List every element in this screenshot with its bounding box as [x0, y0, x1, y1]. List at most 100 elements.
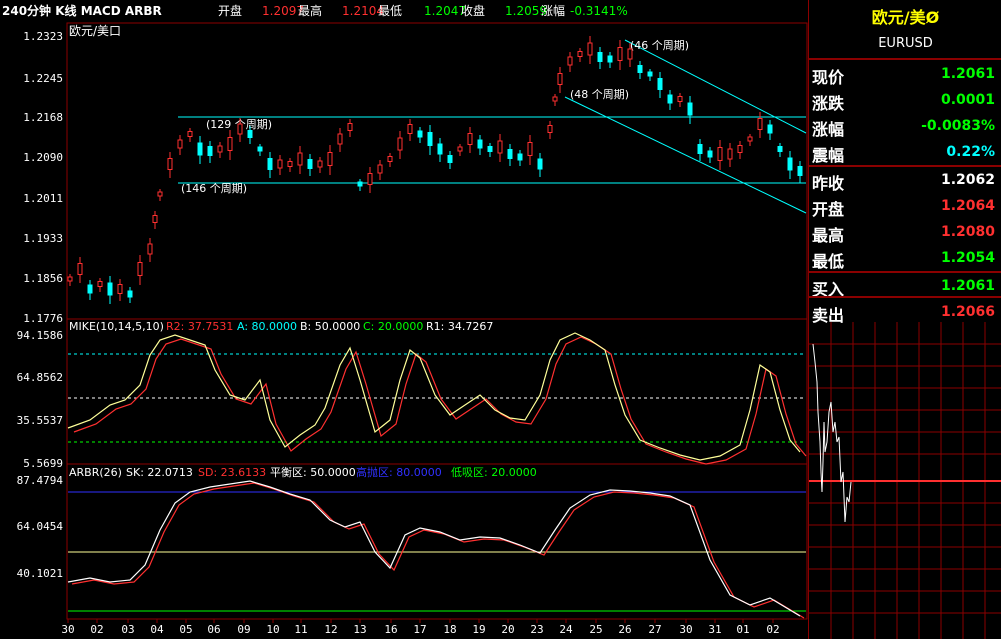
candle-body [777, 146, 783, 152]
candle-body [177, 139, 183, 149]
arbr-header-item: 平衡区: 50.0000 [270, 466, 356, 479]
x-tick: 18 [443, 623, 456, 636]
candle-body [687, 102, 693, 116]
candle-body [757, 118, 763, 130]
candle-body [667, 94, 673, 104]
mike-y-axis: 94.1586 64.8562 35.5537 5.5699 [17, 329, 63, 470]
quote-row-label: 涨幅 [812, 120, 845, 139]
tick-chart [809, 322, 1001, 639]
x-tick: 31 [708, 623, 721, 636]
candle-body [597, 52, 603, 62]
quote-row-value: 1.2062 [940, 172, 995, 188]
x-tick: 16 [384, 623, 397, 636]
candle-body [697, 144, 703, 154]
channel-line-desc-upper [624, 39, 807, 134]
candle-body [617, 47, 623, 61]
mike-header-item: R1: 34.7267 [426, 320, 493, 333]
arbr-y-axis: 87.4794 64.0454 40.1021 [17, 474, 64, 580]
divider [809, 165, 1001, 167]
candle-body [407, 124, 413, 134]
candle-body [457, 146, 463, 152]
candle-body [207, 146, 213, 156]
quote-row-label: 涨跌 [812, 94, 845, 113]
x-tick: 01 [736, 623, 749, 636]
candle-body [257, 146, 263, 152]
x-tick: 26 [618, 623, 631, 636]
mike-header: MIKE(10,14,5,10) R2: 37.7531 A: 80.0000 … [69, 320, 493, 333]
y-tick: 1.1856 [23, 272, 63, 285]
quote-row-value: 1.2064 [940, 198, 995, 214]
x-axis: 30 02 03 04 05 06 09 10 11 12 13 16 17 18 19 20 23 24 25 26… [61, 619, 780, 636]
candle-body [507, 149, 513, 159]
quote-title: 欧元/美Ø [871, 8, 940, 27]
candle-body [497, 140, 503, 154]
quote-row-label: 震幅 [812, 146, 845, 165]
candle-body [97, 281, 103, 287]
candle-body [247, 130, 253, 138]
candle-body [767, 124, 773, 134]
quote-row-value: 0.22% [946, 144, 995, 160]
x-tick: 05 [179, 623, 192, 636]
x-tick: 24 [559, 623, 573, 636]
candle-body [577, 51, 583, 57]
candle-body [147, 243, 153, 255]
candle-body [552, 96, 558, 102]
candle-body [387, 156, 393, 162]
candle-body [717, 147, 723, 161]
x-tick: 19 [472, 623, 485, 636]
y-tick: 1.1933 [23, 232, 63, 245]
candle-body [727, 148, 733, 160]
x-tick: 03 [121, 623, 134, 636]
quote-row: 现价 1.2061 [809, 62, 999, 88]
quote-row-value: 0.0001 [940, 92, 995, 108]
mike-header-item: R2: 37.7531 [166, 320, 233, 333]
candle-body [117, 284, 123, 294]
x-tick: 30 [61, 623, 74, 636]
candle-body [637, 65, 643, 73]
y-tick: 94.1586 [17, 329, 63, 342]
candlestick-series [67, 36, 803, 304]
mike-header-item: MIKE(10,14,5,10) [69, 320, 164, 333]
candle-body [787, 157, 793, 171]
candle-body [67, 276, 73, 282]
chart-area[interactable]: 1.2323 1.2245 1.2168 1.2090 1.2011 1.193… [0, 0, 808, 639]
x-tick: 06 [207, 623, 220, 636]
candle-body [397, 137, 403, 151]
candle-body [157, 191, 163, 197]
candle-body [197, 142, 203, 156]
divider [809, 271, 1001, 273]
main-y-axis: 1.2323 1.2245 1.2168 1.2090 1.2011 1.193… [23, 30, 63, 325]
channel-label: (146 个周期) [181, 182, 247, 195]
candle-body [417, 130, 423, 138]
candle-body [467, 133, 473, 145]
candle-body [657, 78, 663, 90]
arbr-header-item: SD: 23.6133 [198, 466, 266, 479]
candle-body [137, 262, 143, 276]
candle-body [737, 145, 743, 153]
candle-body [227, 137, 233, 151]
x-tick: 02 [90, 623, 103, 636]
quote-row-label: 最高 [812, 226, 845, 245]
x-tick: 25 [589, 623, 602, 636]
mike-r2-line [73, 336, 807, 465]
candle-body [187, 131, 193, 137]
quote-row-value: -0.0083% [921, 118, 995, 134]
y-tick: 1.2323 [23, 30, 63, 43]
mike-r1-line [67, 332, 801, 461]
tick-price-line [812, 343, 852, 523]
arbr-header-item: 高抛区: 80.0000 [356, 465, 442, 479]
candle-body [167, 158, 173, 170]
candle-body [337, 133, 343, 145]
candle-body [77, 263, 83, 275]
x-tick: 12 [324, 623, 337, 636]
quote-row-value: 1.2066 [940, 304, 995, 320]
candle-body [317, 160, 323, 168]
x-tick: 20 [501, 623, 514, 636]
candle-body [447, 155, 453, 163]
quote-row-label: 昨收 [812, 174, 845, 193]
quote-row-value: 1.2054 [940, 250, 995, 266]
quote-row-label: 最低 [812, 252, 845, 271]
candle-body [477, 139, 483, 149]
y-tick: 1.2090 [23, 151, 63, 164]
candle-body [607, 55, 613, 63]
